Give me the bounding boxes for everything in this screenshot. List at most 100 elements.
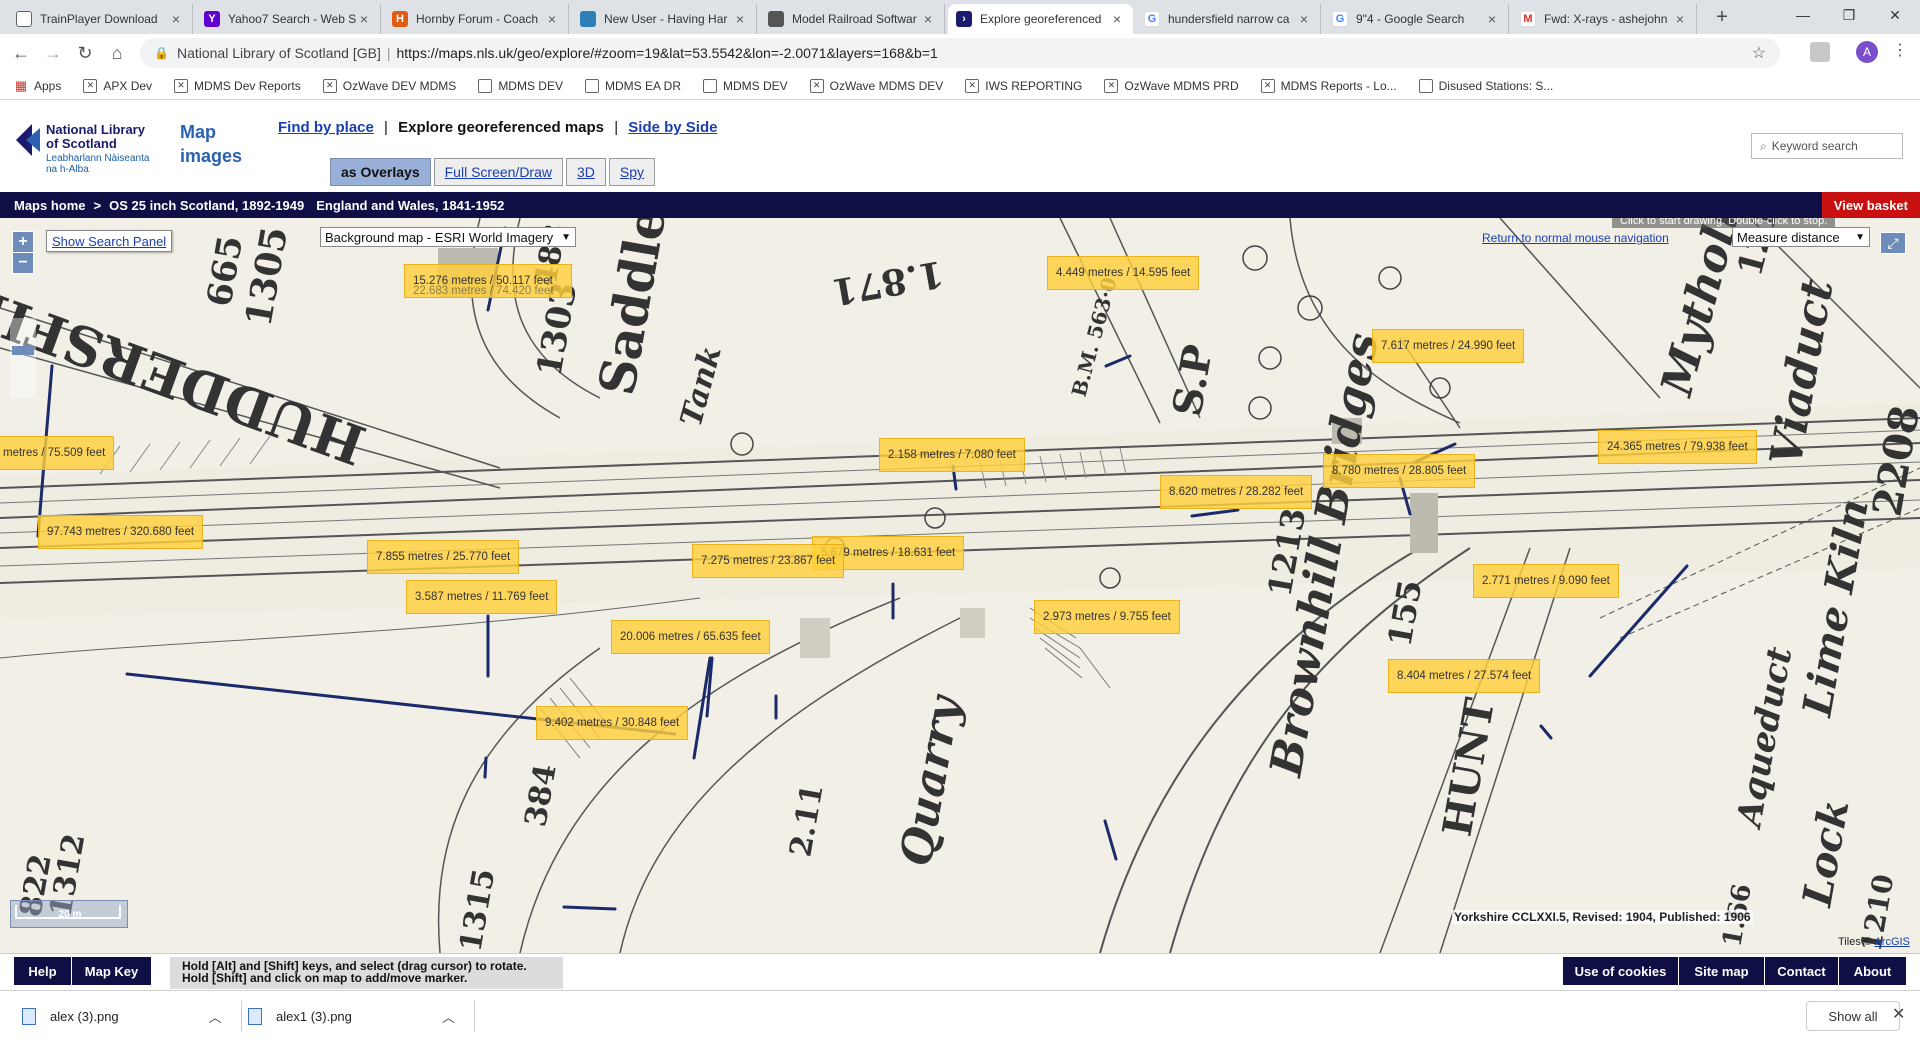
logo-text: National Library of Scotland: [46, 123, 145, 151]
bookmark-mdms-ea-dr[interactable]: MDMS EA DR: [584, 78, 681, 93]
zoom-slider-handle[interactable]: [12, 346, 34, 355]
3d-button[interactable]: 3D: [566, 158, 606, 186]
zoom-in-button[interactable]: +: [12, 231, 34, 253]
download-item[interactable]: alex (3).png ︿: [22, 999, 242, 1033]
close-icon[interactable]: ×: [1484, 11, 1500, 27]
page-x-icon: ✕: [322, 78, 337, 93]
measurement-label: 7.617 metres / 24.990 feet: [1372, 329, 1525, 363]
side-by-side-link[interactable]: Side by Side: [628, 119, 717, 136]
contact-link[interactable]: Contact: [1765, 957, 1839, 985]
back-icon[interactable]: ←: [8, 40, 34, 66]
measurement-label: 9.402 metres / 30.848 feet: [536, 706, 689, 740]
chevron-up-icon[interactable]: ︿: [442, 1007, 455, 1026]
logo-line: of Scotland: [46, 136, 117, 151]
tab-google-search[interactable]: G 9"4 - Google Search ×: [1324, 4, 1509, 34]
map-text-parcel: 1.871: [829, 252, 947, 313]
nls-logo[interactable]: National Library of Scotland Leabharlann…: [14, 120, 154, 180]
close-icon[interactable]: ×: [168, 11, 184, 27]
tab-model-railroad[interactable]: Model Railroad Softwar ×: [760, 4, 945, 34]
close-icon[interactable]: ×: [920, 11, 936, 27]
download-filename: alex1 (3).png: [276, 1008, 352, 1024]
maps-home-link[interactable]: Maps home: [14, 198, 86, 213]
google-icon: G: [1144, 11, 1160, 27]
home-icon[interactable]: ⌂: [104, 40, 130, 66]
series-england-wales-link[interactable]: England and Wales, 1841-1952: [316, 198, 504, 213]
window-close-icon[interactable]: ✕: [1872, 0, 1918, 30]
close-icon[interactable]: ×: [1672, 11, 1688, 27]
download-item[interactable]: alex1 (3).png ︿: [248, 999, 475, 1033]
address-bar[interactable]: 🔒 National Library of Scotland [GB] | ht…: [140, 38, 1780, 68]
tab-google-hundersfield[interactable]: G hundersfield narrow ca ×: [1136, 4, 1321, 34]
bookmark-disused-stations[interactable]: Disused Stations: S...: [1418, 78, 1553, 93]
find-by-place-link[interactable]: Find by place: [278, 119, 374, 136]
measurement-label: 97.743 metres / 320.680 feet: [38, 515, 204, 549]
bookmark-mdms-dev-2[interactable]: MDMS DEV: [703, 78, 788, 93]
bookmark-mdms-dev[interactable]: MDMS DEV: [478, 78, 563, 93]
close-icon[interactable]: ×: [356, 11, 372, 27]
bookmark-iws-reporting[interactable]: ✕ IWS REPORTING: [965, 78, 1083, 93]
use-of-cookies-link[interactable]: Use of cookies: [1563, 957, 1679, 985]
extension-icon[interactable]: [1810, 42, 1830, 62]
bookmark-label: MDMS DEV: [498, 78, 563, 93]
background-map-select[interactable]: Background map - ESRI World Imagery ▼: [320, 227, 576, 247]
site-map-link[interactable]: Site map: [1679, 957, 1765, 985]
map-text-parcel: 2.11: [783, 781, 830, 859]
historic-os-map: HUDDERSFIELD Saddleworth Station 1303 13…: [0, 218, 1920, 953]
tab-yahoo[interactable]: Y Yahoo7 Search - Web S ×: [196, 4, 381, 34]
full-screen-draw-button[interactable]: Full Screen/Draw: [433, 158, 563, 186]
spy-button[interactable]: Spy: [608, 158, 656, 186]
bookmark-ozwave-mdms-dev[interactable]: ✕ OzWave MDMS DEV: [809, 78, 943, 93]
draw-tool-icon[interactable]: ⤢: [1880, 232, 1906, 254]
view-basket-button[interactable]: View basket: [1821, 192, 1920, 218]
close-icon[interactable]: ×: [732, 11, 748, 27]
new-tab-button[interactable]: +: [1708, 4, 1736, 30]
profile-avatar[interactable]: A: [1856, 41, 1878, 63]
as-overlays-button[interactable]: as Overlays: [330, 158, 431, 186]
measurement-label: 2.158 metres / 7.080 feet: [879, 438, 1025, 472]
menu-kebab-icon[interactable]: ⋮: [1892, 40, 1908, 64]
bookmark-apps[interactable]: ▦ Apps: [14, 78, 61, 93]
bookmark-star-icon[interactable]: ☆: [1752, 43, 1766, 63]
reload-icon[interactable]: ↻: [72, 40, 98, 66]
close-icon[interactable]: ×: [544, 11, 560, 27]
zoom-out-button[interactable]: −: [12, 252, 34, 274]
google-icon: G: [1332, 11, 1348, 27]
arcgis-link[interactable]: ArcGIS: [1874, 936, 1909, 948]
series-os25-link[interactable]: OS 25 inch Scotland, 1892-1949: [109, 198, 304, 213]
measurement-label: 3.587 metres / 11.769 feet: [406, 580, 558, 614]
measurement-label: 7.855 metres / 25.770 feet: [367, 540, 520, 574]
map-text-lock: Lock: [1793, 796, 1858, 910]
zoom-slider[interactable]: [10, 318, 36, 398]
bookmark-ozwave-dev-mdms[interactable]: ✕ OzWave DEV MDMS: [322, 78, 456, 93]
bookmark-mdms-dev-reports[interactable]: ✕ MDMS Dev Reports: [174, 78, 301, 93]
tab-hornby[interactable]: H Hornby Forum - Coach ×: [384, 4, 569, 34]
bookmark-mdms-reports[interactable]: ✕ MDMS Reports - Lo...: [1260, 78, 1397, 93]
measure-tool-select[interactable]: Measure distance ▼: [1732, 227, 1870, 247]
help-button[interactable]: Help: [14, 957, 72, 985]
keyword-search-input[interactable]: ⌕ Keyword search: [1751, 133, 1903, 159]
tab-gmail[interactable]: M Fwd: X-rays - ashejohn ×: [1512, 4, 1697, 34]
minimize-icon[interactable]: —: [1780, 0, 1826, 30]
about-link[interactable]: About: [1839, 957, 1907, 985]
bookmark-label: IWS REPORTING: [985, 78, 1083, 93]
close-icon[interactable]: ×: [1109, 11, 1125, 27]
breadcrumb: Maps home > OS 25 inch Scotland, 1892-19…: [0, 192, 1920, 218]
tab-trainplayer[interactable]: TrainPlayer Download ×: [8, 4, 193, 34]
show-all-downloads-button[interactable]: Show all: [1806, 1001, 1900, 1031]
close-icon[interactable]: ×: [1296, 11, 1312, 27]
show-search-panel-button[interactable]: Show Search Panel: [46, 230, 173, 252]
map-viewport[interactable]: HUDDERSFIELD Saddleworth Station 1303 13…: [0, 218, 1920, 953]
bookmark-apx-dev[interactable]: ✕ APX Dev: [83, 78, 152, 93]
close-icon[interactable]: ✕: [1892, 1004, 1905, 1024]
tiles-attribution: Tiles © ArcGIS: [1838, 936, 1910, 948]
map-images-link[interactable]: Map images: [180, 120, 242, 168]
tab-explore-georeferenced[interactable]: › Explore georeferenced ×: [948, 4, 1133, 34]
forward-icon[interactable]: →: [40, 40, 66, 66]
return-navigation-link[interactable]: Return to normal mouse navigation: [1482, 231, 1669, 245]
map-key-button[interactable]: Map Key: [72, 957, 152, 985]
chevron-up-icon[interactable]: ︿: [209, 1007, 222, 1026]
page-icon: [478, 78, 493, 93]
bookmark-ozwave-mdms-prd[interactable]: ✕ OzWave MDMS PRD: [1104, 78, 1239, 93]
tab-new-user[interactable]: New User - Having Har ×: [572, 4, 757, 34]
restore-icon[interactable]: ❐: [1826, 0, 1872, 30]
